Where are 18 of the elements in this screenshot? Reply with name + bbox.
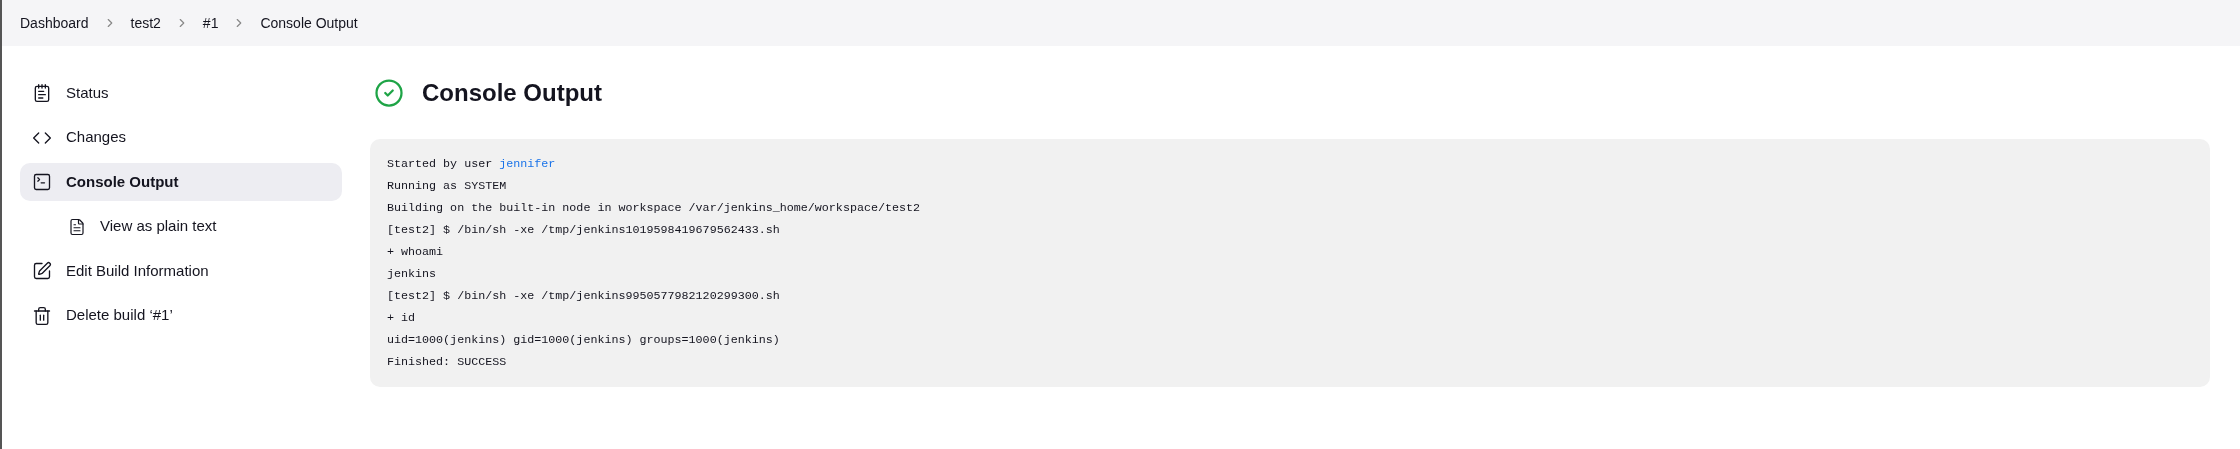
breadcrumb-link[interactable]: Dashboard — [20, 12, 89, 34]
notepad-icon — [32, 83, 52, 103]
terminal-icon — [32, 172, 52, 192]
sidebar-item[interactable]: View as plain text — [20, 207, 342, 246]
breadcrumb-link[interactable]: test2 — [130, 12, 161, 34]
sidebar-item[interactable]: Status — [20, 74, 342, 112]
console-output: Started by user jennifer Running as SYSTEM Building on the built-in node in workspace /var/jenkins_home/workspace/test2 [test2] $ /bin/sh -xe /tmp/jenkins1019598419679562433.sh + whoami jenkins [test2] $ /bin/sh -xe /tmp/jenkins9950577982120299300.sh + id uid=1000(jenkins) gid=1000(jenkins) groups=1000(jenkins) Finished: SUCCESS — [370, 139, 2210, 387]
pencil-square-icon — [32, 261, 52, 281]
sidebar-item[interactable]: Edit Build Information — [20, 252, 342, 290]
breadcrumb-link[interactable]: #1 — [202, 12, 219, 34]
sidebar-item[interactable]: Changes — [20, 118, 342, 157]
user-link[interactable]: jennifer — [499, 157, 556, 171]
sidebar-item[interactable]: Console Output — [20, 163, 342, 201]
sidebar-item[interactable]: Delete build ‘#1’ — [20, 296, 342, 335]
trash-icon — [32, 305, 52, 326]
breadcrumb-link[interactable]: Console Output — [260, 12, 358, 34]
document-icon — [68, 217, 86, 236]
page-title: Console Output — [422, 78, 602, 108]
